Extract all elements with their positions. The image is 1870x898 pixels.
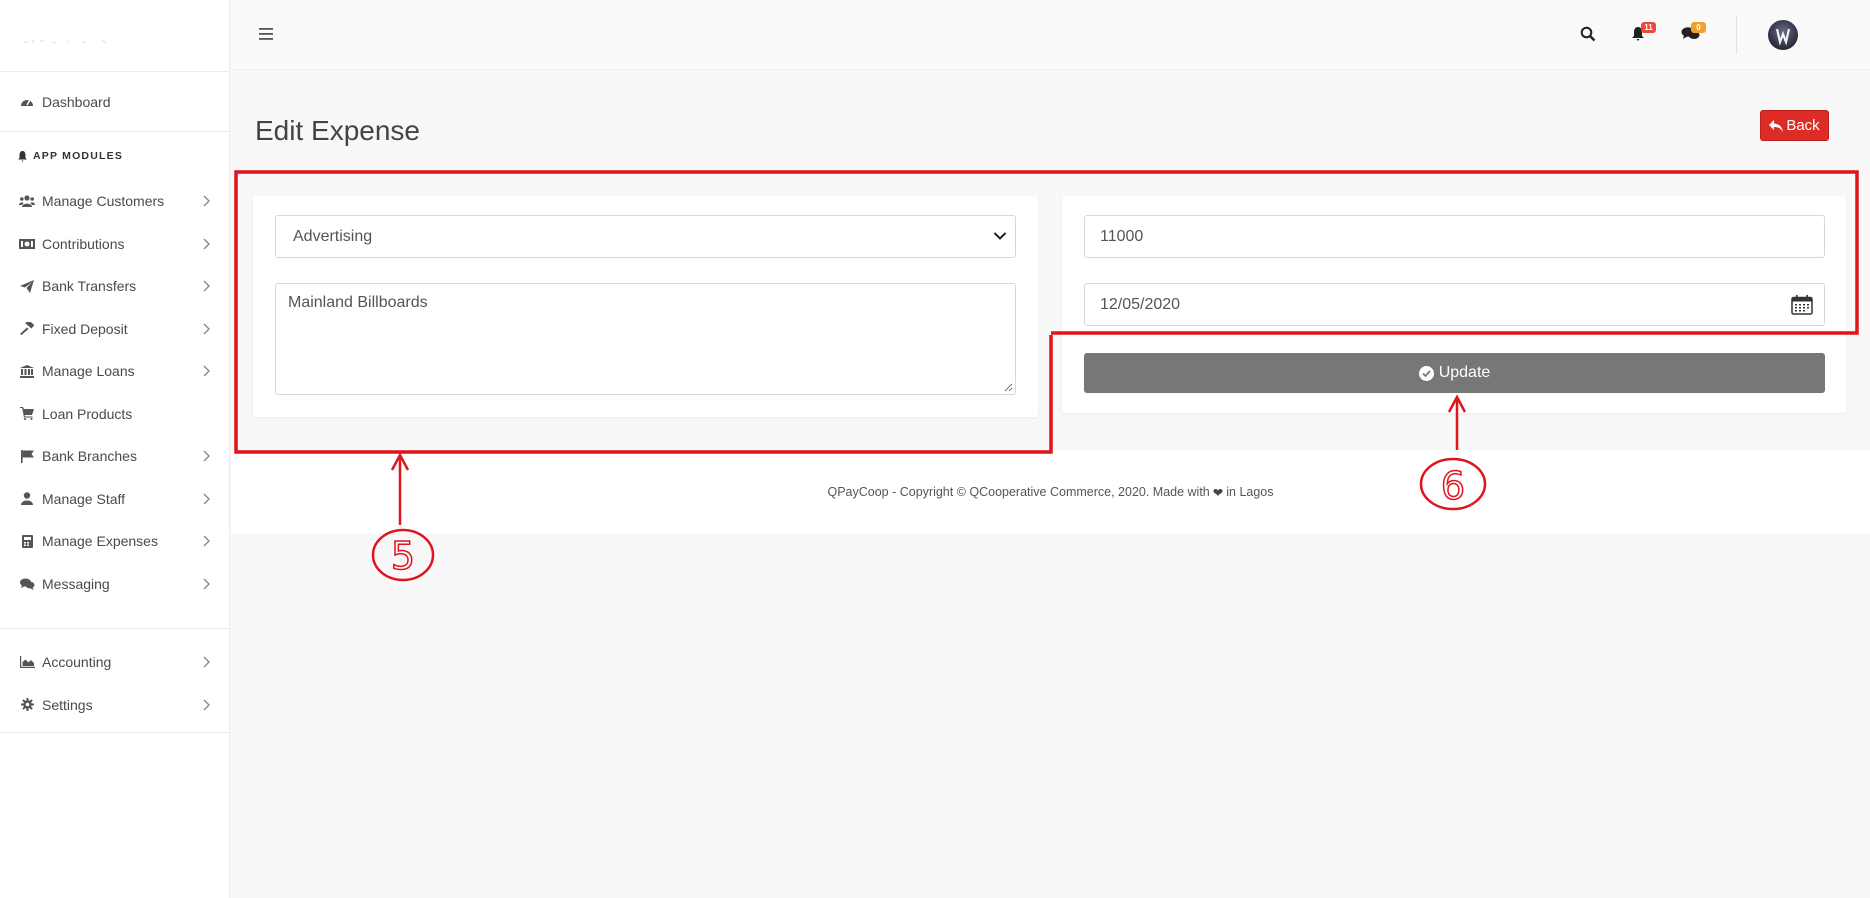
logo-area xyxy=(0,0,229,72)
search-button[interactable] xyxy=(1580,26,1602,44)
date-input[interactable]: 12/05/2020 xyxy=(1084,283,1825,326)
description-textarea[interactable]: Mainland Billboards xyxy=(275,283,1016,395)
top-bar: 11 0 xyxy=(231,0,1870,70)
sidebar-item-label: Manage Staff xyxy=(42,490,126,507)
notifications-button[interactable]: 11 xyxy=(1631,22,1656,44)
sidebar-item-bank-transfers[interactable]: Bank Transfers xyxy=(0,265,229,308)
update-button[interactable]: Update xyxy=(1084,353,1825,393)
avatar[interactable] xyxy=(1768,20,1798,50)
sidebar-item-label: Loan Products xyxy=(42,405,133,422)
sidebar-item-contributions[interactable]: Contributions xyxy=(0,223,229,266)
hamburger-menu-icon[interactable] xyxy=(259,28,275,40)
chevron-right-icon xyxy=(203,280,210,292)
sidebar-item-label: Dashboard xyxy=(42,93,111,110)
sidebar-item-accounting[interactable]: Accounting xyxy=(0,641,229,684)
search-icon xyxy=(1580,26,1596,42)
chevron-down-icon xyxy=(993,232,1007,240)
category-select[interactable]: Advertising xyxy=(275,215,1016,258)
sidebar-item-dashboard[interactable]: Dashboard xyxy=(0,72,229,132)
notifications-badge: 11 xyxy=(1641,22,1656,33)
chevron-right-icon xyxy=(203,535,210,547)
sidebar-item-manage-staff[interactable]: Manage Staff xyxy=(0,478,229,521)
cog-icon xyxy=(18,698,36,712)
sidebar-item-label: Accounting xyxy=(42,654,112,671)
footer: QPayCoop - Copyright © QCooperative Comm… xyxy=(231,451,1870,533)
heart-icon: ❤ xyxy=(1212,485,1224,500)
bell-icon xyxy=(18,150,27,162)
messages-button[interactable]: 0 xyxy=(1681,22,1706,44)
sidebar-item-fixed-deposit[interactable]: Fixed Deposit xyxy=(0,308,229,351)
sidebar-item-label: Manage Expenses xyxy=(42,533,158,550)
chevron-right-icon xyxy=(203,699,210,711)
back-button[interactable]: Back xyxy=(1760,110,1829,141)
money-icon xyxy=(18,237,36,251)
sidebar-item-label: Manage Loans xyxy=(42,363,135,380)
area-chart-icon xyxy=(18,655,36,669)
sidebar-item-manage-loans[interactable]: Manage Loans xyxy=(0,350,229,393)
sidebar-item-label: Bank Branches xyxy=(42,448,137,465)
users-icon xyxy=(18,194,36,208)
amount-value: 11000 xyxy=(1100,227,1144,245)
sidebar-item-manage-customers[interactable]: Manage Customers xyxy=(0,180,229,223)
messages-badge: 0 xyxy=(1691,22,1706,33)
footer-location: in Lagos xyxy=(1226,485,1274,499)
footer-text: QPayCoop - Copyright © QCooperative Comm… xyxy=(827,485,1210,499)
gavel-icon xyxy=(18,322,36,336)
sidebar-item-bank-branches[interactable]: Bank Branches xyxy=(0,435,229,478)
svg-text:5: 5 xyxy=(391,534,415,578)
sidebar-item-settings[interactable]: Settings xyxy=(0,684,229,727)
comments-icon xyxy=(18,577,36,591)
section-title: APP MODULES xyxy=(33,150,124,162)
expense-amount-card: 11000 12/05/2020 Update xyxy=(1062,196,1846,413)
resize-grip-icon[interactable] xyxy=(1003,382,1013,392)
section-header-app-modules: APP MODULES xyxy=(0,132,229,180)
sidebar-item-label: Bank Transfers xyxy=(42,278,137,295)
paper-plane-icon xyxy=(18,279,36,293)
flag-icon xyxy=(18,449,36,463)
amount-input[interactable]: 11000 xyxy=(1084,215,1825,258)
chevron-right-icon xyxy=(203,450,210,462)
annotation-label-5: 5 xyxy=(371,528,435,582)
update-button-label: Update xyxy=(1438,364,1491,381)
sidebar-item-manage-expenses[interactable]: Manage Expenses xyxy=(0,520,229,563)
reply-icon xyxy=(1769,119,1784,132)
expense-details-card: Advertising Mainland Billboards xyxy=(253,196,1038,417)
bank-icon xyxy=(18,364,36,378)
calendar-icon[interactable] xyxy=(1791,295,1813,315)
chevron-right-icon xyxy=(203,365,210,377)
sidebar-bottom-group: Accounting Settings xyxy=(0,641,229,733)
chevron-right-icon xyxy=(203,238,210,250)
calculator-icon xyxy=(18,534,36,548)
back-button-label: Back xyxy=(1786,117,1820,134)
topbar-divider xyxy=(1736,16,1737,54)
description-value: Mainland Billboards xyxy=(288,294,428,311)
chevron-right-icon xyxy=(203,578,210,590)
sidebar: Dashboard APP MODULES Manage Customers C… xyxy=(0,0,230,898)
logo xyxy=(24,39,107,44)
sidebar-item-label: Messaging xyxy=(42,575,110,592)
category-select-value: Advertising xyxy=(293,227,373,245)
chevron-right-icon xyxy=(203,323,210,335)
user-icon xyxy=(18,492,36,506)
date-value: 12/05/2020 xyxy=(1100,295,1181,313)
tachometer-icon xyxy=(18,95,36,109)
sidebar-item-messaging[interactable]: Messaging xyxy=(0,563,229,606)
check-circle-icon xyxy=(1418,365,1434,381)
chevron-right-icon xyxy=(203,493,210,505)
user-photo-icon xyxy=(1775,28,1791,46)
sidebar-item-label: Contributions xyxy=(42,235,125,252)
sidebar-item-label: Fixed Deposit xyxy=(42,320,128,337)
page-title: Edit Expense xyxy=(255,115,420,146)
sidebar-item-label: Settings xyxy=(42,696,93,713)
cart-icon xyxy=(18,407,36,421)
chevron-right-icon xyxy=(203,195,210,207)
sidebar-item-label: Manage Customers xyxy=(42,193,165,210)
nav-list: Manage Customers Contributions Bank Tran… xyxy=(0,180,229,605)
sidebar-divider xyxy=(0,605,229,629)
sidebar-item-loan-products[interactable]: Loan Products xyxy=(0,393,229,436)
chevron-right-icon xyxy=(203,656,210,668)
